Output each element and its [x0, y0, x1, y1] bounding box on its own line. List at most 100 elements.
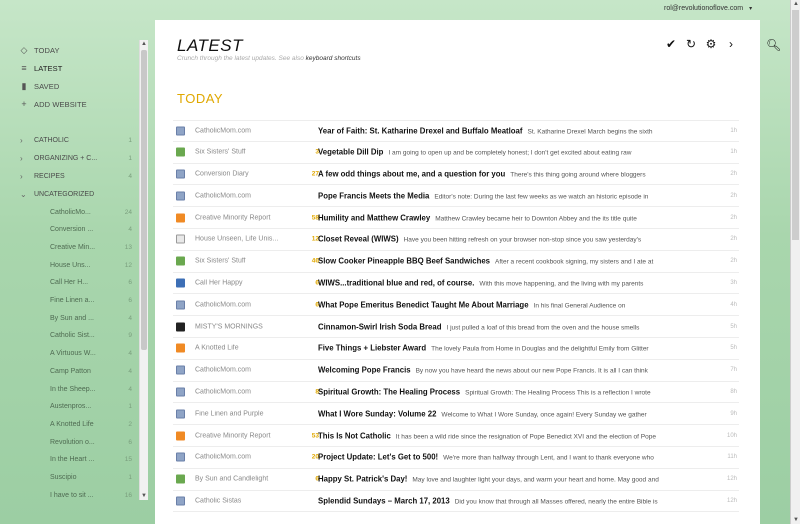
article-row[interactable]: Fine Linen and Purple What I Wore Sunday:… [173, 403, 739, 426]
article-content[interactable]: Five Things + Liebster Award The lovely P… [318, 344, 716, 353]
article-row[interactable]: Call Her Happy 6 WIWS...traditional blue a… [173, 273, 739, 295]
article-feed-name[interactable]: Six Sisters' Stuff [195, 258, 303, 265]
article-title[interactable]: Humility and Matthew Crawley [318, 213, 430, 222]
folder-item[interactable]: › ORGANIZING + C... 1 [20, 151, 132, 165]
article-title[interactable]: Closet Reveal (WIWS) [318, 235, 399, 244]
feed-item[interactable]: Camp Patton 4 [50, 364, 132, 378]
nav-item-today[interactable]: ◇ TODAY [18, 43, 60, 57]
article-feed-name[interactable]: CatholicMom.com [195, 192, 303, 199]
article-content[interactable]: Year of Faith: St. Katharine Drexel and … [318, 126, 716, 135]
article-feed-name[interactable]: CatholicMom.com [195, 454, 303, 461]
article-feed-name[interactable]: Six Sisters' Stuff [195, 149, 303, 156]
article-content[interactable]: Welcoming Pope Francis By now you have he… [318, 366, 716, 375]
article-feed-name[interactable]: Call Her Happy [195, 279, 303, 286]
article-row[interactable]: CatholicMom.com 6 What Pope Emeritus Bened… [173, 294, 739, 317]
article-title[interactable]: This Is Not Catholic [318, 431, 391, 440]
chevron-icon[interactable]: ⌄ [20, 190, 30, 199]
article-row[interactable]: Creative Minority Report 53 This Is Not Ca… [173, 425, 739, 447]
article-content[interactable]: This Is Not Catholic It has been a wild r… [318, 431, 716, 440]
article-content[interactable]: Cinnamon-Swirl Irish Soda Bread I just pu… [318, 322, 716, 331]
article-content[interactable]: What I Wore Sunday: Volume 22 Welcome to … [318, 409, 716, 418]
article-title[interactable]: Splendid Sundays – March 17, 2013 [318, 496, 450, 505]
article-title[interactable]: Year of Faith: St. Katharine Drexel and … [318, 126, 523, 135]
feed-item[interactable]: CatholicMo... 24 [50, 205, 132, 219]
article-content[interactable]: Spiritual Growth: The Healing Process Spi… [318, 387, 716, 396]
nav-item-saved[interactable]: ▮ SAVED [18, 79, 59, 93]
article-content[interactable]: Humility and Matthew Crawley Matthew Craw… [318, 213, 716, 222]
article-row[interactable]: A Knotted Life Five Things + Liebster Awa… [173, 338, 739, 360]
article-content[interactable]: A few odd things about me, and a questio… [318, 169, 716, 178]
article-row[interactable]: House Unseen, Life Unis... 12 Closet Revea… [173, 229, 739, 251]
article-content[interactable]: Happy St. Patrick's Day! May love and lau… [318, 475, 716, 484]
article-row[interactable]: Six Sisters' Stuff 46 Slow Cooker Pineappl… [173, 251, 739, 273]
feed-item[interactable]: Conversion ... 4 [50, 223, 132, 237]
folder-item[interactable]: ⌄ UNCATEGORIZED [20, 187, 132, 201]
account-menu[interactable]: rol@revolutionoflove.com ▾ [664, 5, 752, 12]
chevron-icon[interactable]: › [20, 136, 30, 145]
article-feed-name[interactable]: Catholic Sistas [195, 497, 303, 504]
article-feed-name[interactable]: A Knotted Life [195, 345, 303, 352]
nav-item-add-website[interactable]: + ADD WEBSITE [18, 97, 87, 111]
feed-item[interactable]: I have to sit ... 16 [50, 488, 132, 502]
feed-item[interactable]: In the Sheep... 4 [50, 382, 132, 396]
article-content[interactable]: Splendid Sundays – March 17, 2013 Did you… [318, 496, 716, 505]
article-feed-name[interactable]: By Sun and Candlelight [195, 476, 303, 483]
article-row[interactable]: CatholicMom.com Welcoming Pope Francis By … [173, 360, 739, 382]
article-content[interactable]: Slow Cooker Pineapple BBQ Beef Sandwiche… [318, 257, 716, 266]
article-title[interactable]: Project Update: Let's Get to 500! [318, 453, 438, 462]
article-feed-name[interactable]: Conversion Diary [195, 170, 303, 177]
article-feed-name[interactable]: CatholicMom.com [195, 127, 303, 134]
article-row[interactable]: Catholic Sistas Splendid Sundays – March … [173, 491, 739, 513]
sidebar-scrollbar[interactable]: ▲ ▼ [139, 40, 148, 500]
folder-item[interactable]: › CATHOLIC 1 [20, 133, 132, 147]
gear-icon[interactable]: ⚙ [705, 37, 717, 51]
article-row[interactable]: Creative Minority Report 58 Humility and M… [173, 207, 739, 229]
scroll-up-icon[interactable]: ▲ [141, 41, 147, 47]
feed-item[interactable]: House Uns... 12 [50, 258, 132, 272]
article-feed-name[interactable]: CatholicMom.com [195, 388, 303, 395]
article-content[interactable]: Vegetable Dill Dip I am going to open up … [318, 148, 716, 157]
article-row[interactable]: CatholicMom.com Year of Faith: St. Kathar… [173, 120, 739, 142]
article-feed-name[interactable]: CatholicMom.com [195, 367, 303, 374]
article-content[interactable]: Project Update: Let's Get to 500! We're m… [318, 453, 716, 462]
feed-item[interactable]: A Virtuous W... 4 [50, 347, 132, 361]
sidebar-scroll-thumb[interactable] [141, 50, 147, 350]
article-title[interactable]: Cinnamon-Swirl Irish Soda Bread [318, 322, 441, 331]
article-content[interactable]: What Pope Emeritus Benedict Taught Me Ab… [318, 300, 716, 309]
scroll-down-icon[interactable]: ▼ [141, 493, 147, 499]
article-content[interactable]: Pope Francis Meets the Media Editor's not… [318, 191, 716, 200]
feed-item[interactable]: Catholic Sist... 9 [50, 329, 132, 343]
article-row[interactable]: Conversion Diary 27 A few odd things about… [173, 164, 739, 186]
article-title[interactable]: Spiritual Growth: The Healing Process [318, 387, 460, 396]
window-scroll-thumb[interactable] [792, 10, 799, 240]
article-row[interactable]: CatholicMom.com Pope Francis Meets the Me… [173, 185, 739, 208]
feed-item[interactable]: Austenpros... 1 [50, 400, 132, 414]
mark-read-icon[interactable]: ✔ [665, 37, 677, 51]
chevron-right-icon[interactable]: › [725, 37, 737, 51]
article-title[interactable]: A few odd things about me, and a questio… [318, 169, 505, 178]
scroll-down-icon[interactable]: ▼ [793, 517, 799, 523]
article-row[interactable]: MISTY'S MORNINGS Cinnamon-Swirl Irish Sod… [173, 316, 739, 338]
folder-item[interactable]: › RECIPES 4 [20, 169, 132, 183]
article-title[interactable]: Welcoming Pope Francis [318, 366, 411, 375]
scroll-up-icon[interactable]: ▲ [793, 1, 799, 7]
feed-item[interactable]: Suscipio 1 [50, 471, 132, 485]
article-row[interactable]: By Sun and Candlelight 6 Happy St. Patrick… [173, 469, 739, 491]
article-title[interactable]: Slow Cooker Pineapple BBQ Beef Sandwiche… [318, 257, 490, 266]
feed-item[interactable]: In the Heart ... 15 [50, 453, 132, 467]
article-feed-name[interactable]: House Unseen, Life Unis... [195, 236, 303, 243]
feed-item[interactable]: Fine Linen a... 6 [50, 294, 132, 308]
article-feed-name[interactable]: Creative Minority Report [195, 214, 303, 221]
article-content[interactable]: WIWS...traditional blue and red, of cour… [318, 278, 716, 287]
search-icon[interactable]: 🔍︎ [766, 38, 781, 52]
article-row[interactable]: CatholicMom.com 8 Spiritual Growth: The He… [173, 382, 739, 404]
article-feed-name[interactable]: Fine Linen and Purple [195, 410, 303, 417]
article-title[interactable]: What I Wore Sunday: Volume 22 [318, 409, 436, 418]
article-content[interactable]: Closet Reveal (WIWS) Have you been hittin… [318, 235, 716, 244]
article-title[interactable]: Happy St. Patrick's Day! [318, 475, 407, 484]
article-title[interactable]: Vegetable Dill Dip [318, 148, 383, 157]
article-title[interactable]: Pope Francis Meets the Media [318, 191, 429, 200]
feed-item[interactable]: By Sun and ... 4 [50, 311, 132, 325]
feed-item[interactable]: Creative Min... 13 [50, 240, 132, 254]
article-feed-name[interactable]: MISTY'S MORNINGS [195, 323, 303, 330]
